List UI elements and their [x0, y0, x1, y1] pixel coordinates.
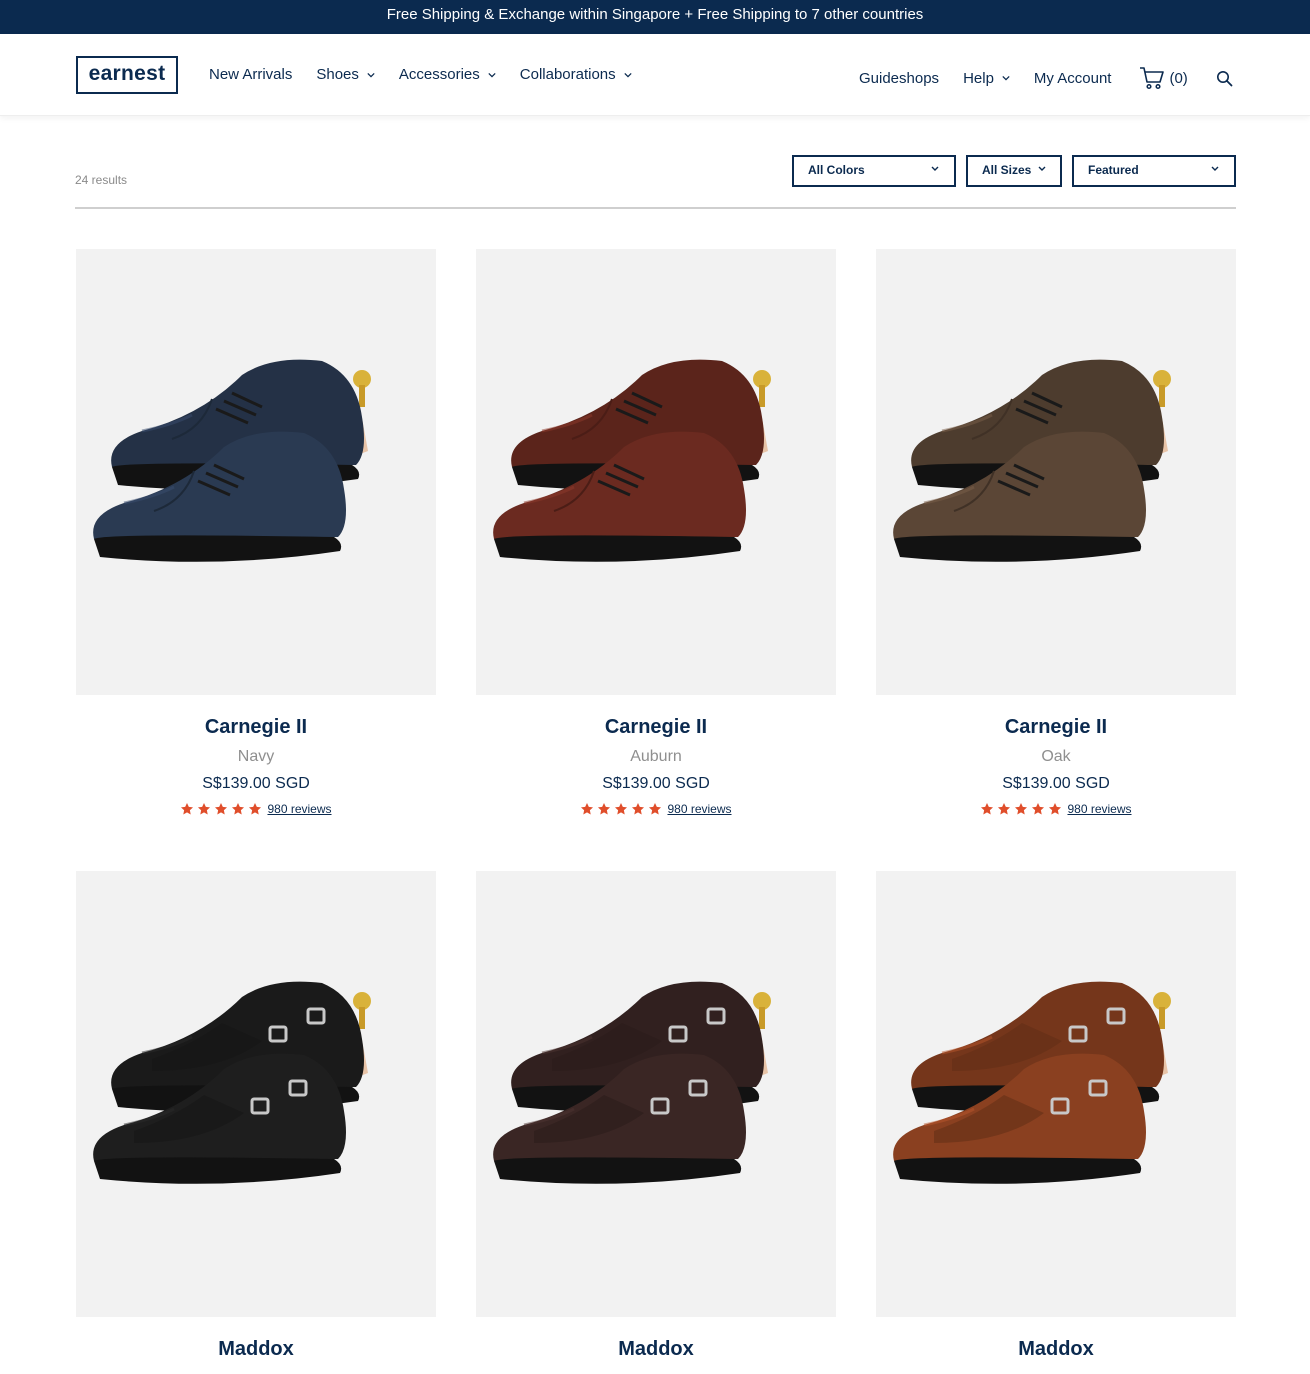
- product-rating: 980 reviews: [476, 802, 836, 816]
- nav-label: Accessories: [398, 66, 480, 83]
- reviews-link[interactable]: 980 reviews: [667, 802, 731, 816]
- reviews-link[interactable]: 980 reviews: [267, 802, 331, 816]
- product-card[interactable]: Maddox: [476, 871, 836, 1361]
- product-price: S$139.00 SGD: [602, 775, 710, 792]
- product-image[interactable]: [76, 249, 436, 695]
- product-color: Navy: [237, 748, 275, 765]
- announcement-bar: Free Shipping & Exchange within Singapor…: [0, 0, 1310, 34]
- product-card[interactable]: Carnegie II Oak S$139.00 SGD 980 reviews: [876, 249, 1236, 816]
- product-color: Oak: [1041, 748, 1071, 765]
- nav-label: Guideshops: [859, 69, 940, 87]
- main-nav: New Arrivals Shoes Accessories Collabora…: [209, 66, 632, 83]
- product-image[interactable]: [476, 871, 836, 1317]
- chevron-down-icon: [1211, 166, 1219, 171]
- star-rating: [980, 802, 1062, 816]
- shoe-illustration: [493, 359, 771, 562]
- product-card[interactable]: Maddox: [76, 871, 436, 1361]
- product-name[interactable]: Carnegie II: [476, 716, 836, 739]
- color-filter[interactable]: All Colors: [792, 155, 956, 187]
- star-icon: [598, 803, 611, 815]
- star-icon: [249, 803, 262, 815]
- product-image[interactable]: [876, 871, 1236, 1317]
- star-icon: [981, 803, 994, 815]
- star-icon: [181, 803, 194, 815]
- nav-new-arrivals[interactable]: New Arrivals: [209, 66, 292, 83]
- product-price: S$139.00 SGD: [1002, 775, 1110, 792]
- nav-label: Shoes: [316, 66, 359, 83]
- cart-count: (0): [1169, 69, 1188, 87]
- cart-icon: [1140, 67, 1165, 90]
- product-rating: 980 reviews: [76, 802, 436, 816]
- shoe-illustration: [893, 359, 1171, 562]
- star-icon: [581, 803, 594, 815]
- size-filter[interactable]: All Sizes: [966, 155, 1062, 187]
- search-icon: [1216, 70, 1233, 86]
- star-icon: [649, 803, 662, 815]
- shoe-illustration: [93, 359, 371, 562]
- cart-button[interactable]: (0): [1139, 66, 1188, 90]
- product-price: S$139.00 SGD: [202, 775, 310, 792]
- nav-guideshops[interactable]: Guideshops: [859, 70, 939, 87]
- filter-label: Featured: [1088, 163, 1139, 177]
- chevron-down-icon: [367, 72, 375, 77]
- nav-collaborations[interactable]: Collaborations: [520, 66, 632, 83]
- shoe-illustration: [493, 981, 771, 1184]
- product-name[interactable]: Maddox: [76, 1338, 436, 1361]
- product-name[interactable]: Maddox: [476, 1338, 836, 1361]
- star-rating: [180, 802, 262, 816]
- product-rating: 980 reviews: [876, 802, 1236, 816]
- site-header: earnest New Arrivals Shoes Accessories C…: [0, 34, 1310, 116]
- star-icon: [232, 803, 245, 815]
- results-count: 24 results: [75, 173, 128, 187]
- shoe-illustration: [893, 981, 1171, 1184]
- filter-label: All Colors: [808, 163, 865, 177]
- product-image[interactable]: [476, 249, 836, 695]
- star-rating: [580, 802, 662, 816]
- nav-accessories[interactable]: Accessories: [399, 66, 496, 83]
- shoe-illustration: [93, 981, 371, 1184]
- nav-label: Collaborations: [519, 66, 616, 83]
- filter-label: All Sizes: [982, 163, 1032, 177]
- product-card[interactable]: Carnegie II Navy S$139.00 SGD 980 review…: [76, 249, 436, 816]
- listing-toolbar: 24 results All Colors All Sizes Featured: [75, 150, 1236, 209]
- sort-select[interactable]: Featured: [1072, 155, 1236, 187]
- star-icon: [198, 803, 211, 815]
- chevron-down-icon: [931, 166, 939, 171]
- chevron-down-icon: [624, 72, 632, 77]
- utility-nav: Guideshops Help My Account (0): [859, 66, 1233, 90]
- nav-label: Help: [963, 69, 994, 87]
- logo[interactable]: earnest: [76, 56, 178, 94]
- star-icon: [1032, 803, 1045, 815]
- reviews-link[interactable]: 980 reviews: [1067, 802, 1131, 816]
- star-icon: [1049, 803, 1062, 815]
- product-color: Auburn: [630, 748, 682, 765]
- product-image[interactable]: [876, 249, 1236, 695]
- chevron-down-icon: [488, 72, 496, 77]
- product-name[interactable]: Maddox: [876, 1338, 1236, 1361]
- product-card[interactable]: Carnegie II Auburn S$139.00 SGD 980 revi…: [476, 249, 836, 816]
- star-icon: [632, 803, 645, 815]
- star-icon: [998, 803, 1011, 815]
- search-button[interactable]: [1212, 70, 1233, 87]
- product-card[interactable]: Maddox: [876, 871, 1236, 1361]
- nav-label: New Arrivals: [209, 66, 293, 83]
- nav-shoes[interactable]: Shoes: [316, 66, 375, 83]
- product-image[interactable]: [76, 871, 436, 1317]
- product-name[interactable]: Carnegie II: [876, 716, 1236, 739]
- nav-my-account[interactable]: My Account: [1034, 70, 1112, 87]
- product-name[interactable]: Carnegie II: [76, 716, 436, 739]
- nav-help[interactable]: Help: [963, 70, 1010, 87]
- star-icon: [615, 803, 628, 815]
- star-icon: [215, 803, 228, 815]
- star-icon: [1015, 803, 1028, 815]
- chevron-down-icon: [1002, 75, 1010, 81]
- nav-label: My Account: [1033, 69, 1112, 87]
- chevron-down-icon: [1038, 166, 1046, 171]
